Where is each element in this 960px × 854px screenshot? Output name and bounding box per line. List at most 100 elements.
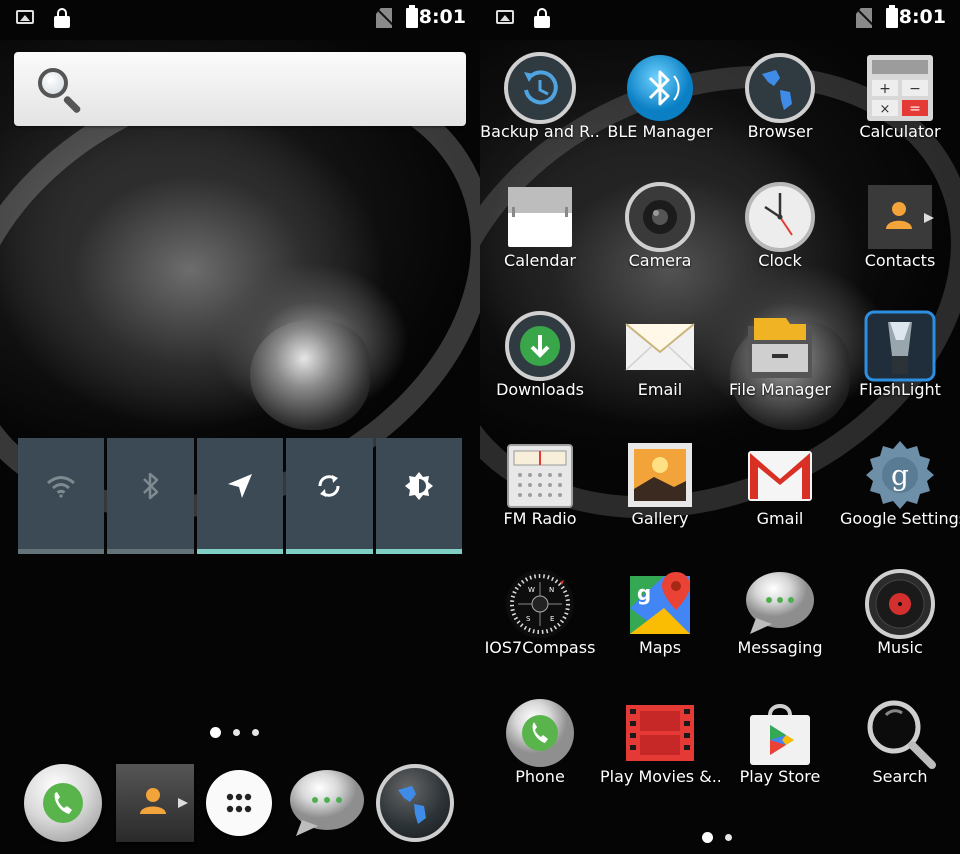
svg-text:=: =: [909, 101, 921, 117]
app-label: IOS7Compass: [484, 638, 596, 657]
app-label: Play Store: [739, 767, 821, 786]
radio-icon: [507, 444, 573, 508]
status-bar: 8:01: [480, 0, 960, 38]
bluetooth-toggle[interactable]: [107, 438, 194, 554]
contacts-icon: [140, 788, 188, 814]
app-label: FlashLight: [859, 380, 941, 399]
wifi-toggle[interactable]: [18, 438, 105, 554]
sync-icon: [318, 475, 340, 497]
page-dot: [252, 729, 259, 736]
app-gmail[interactable]: Gmail: [720, 427, 840, 556]
calendar-icon: [508, 187, 572, 247]
file-cabinet-icon: [748, 318, 812, 378]
app-messaging[interactable]: Messaging: [720, 556, 840, 685]
app-camera[interactable]: Camera: [600, 169, 720, 298]
brightness-toggle[interactable]: [375, 438, 463, 554]
app-backup-and-restore[interactable]: Backup and R..: [480, 40, 600, 169]
compass-icon: W N S E: [506, 570, 574, 638]
home-page-indicator: [210, 727, 259, 738]
app-label: Gallery: [631, 509, 689, 528]
messaging-icon: [290, 770, 364, 836]
svg-text:g: g: [891, 459, 909, 492]
status-time: 8:01: [418, 6, 466, 28]
app-calendar[interactable]: Calendar: [480, 169, 600, 298]
location-toggle[interactable]: [196, 438, 284, 554]
app-drawer-screen: 8:01 Backup and R.. BLE Manager Browser: [480, 0, 960, 854]
image-notification-icon: [16, 10, 34, 24]
envelope-icon: [625, 323, 695, 371]
app-email[interactable]: Email: [600, 298, 720, 427]
contacts-icon: [868, 185, 934, 249]
app-play-movies[interactable]: Play Movies &..: [600, 685, 720, 814]
app-contacts[interactable]: Contacts: [840, 169, 960, 298]
page-dot: [233, 729, 240, 736]
app-ios7compass[interactable]: W N S E IOS7Compass: [480, 556, 600, 685]
messaging-icon: [746, 572, 814, 634]
app-search[interactable]: Search: [840, 685, 960, 814]
gallery-photo-icon: [628, 443, 692, 507]
gear-icon: g: [866, 441, 934, 509]
app-label: Google Settings: [840, 509, 960, 528]
app-label: Backup and R..: [480, 122, 600, 141]
no-sim-icon: [376, 8, 392, 28]
sync-toggle[interactable]: [286, 438, 373, 554]
app-play-store[interactable]: Play Store: [720, 685, 840, 814]
app-music[interactable]: Music: [840, 556, 960, 685]
navigation-arrow-icon: [228, 474, 253, 498]
phone-icon: [506, 699, 574, 767]
app-file-manager[interactable]: File Manager: [720, 298, 840, 427]
search-icon: [867, 700, 936, 769]
dock-browser[interactable]: [376, 764, 454, 842]
no-sim-icon: [856, 8, 872, 28]
maps-pin-icon: g: [630, 572, 690, 634]
dock-phone[interactable]: [24, 764, 102, 842]
status-time: 8:01: [898, 6, 946, 28]
wifi-icon: [47, 476, 76, 498]
status-bar: 8:01: [0, 0, 480, 38]
app-label: Phone: [515, 767, 565, 786]
app-calculator[interactable]: + − × = Calculator: [840, 40, 960, 169]
phone-icon: [43, 783, 83, 823]
svg-text:E: E: [550, 615, 554, 623]
app-clock[interactable]: Clock: [720, 169, 840, 298]
globe-icon: [745, 53, 815, 123]
lock-icon: [534, 8, 550, 28]
app-ble-manager[interactable]: BLE Manager: [600, 40, 720, 169]
app-flashlight[interactable]: FlashLight: [840, 298, 960, 427]
svg-text:×: ×: [880, 102, 891, 117]
app-label: Downloads: [496, 380, 584, 399]
app-label: File Manager: [729, 380, 831, 399]
svg-text:N: N: [549, 586, 554, 594]
app-downloads[interactable]: Downloads: [480, 298, 600, 427]
backup-restore-icon: [504, 52, 576, 124]
app-label: FM Radio: [503, 509, 577, 528]
app-maps[interactable]: g Maps: [600, 556, 720, 685]
app-label: Messaging: [737, 638, 823, 657]
app-google-settings[interactable]: g Google Settings: [840, 427, 960, 556]
app-label: Calculator: [859, 122, 941, 141]
app-label: Email: [637, 380, 683, 399]
quick-settings-widget: [18, 438, 463, 554]
app-label: Contacts: [864, 251, 936, 270]
page-dot: [725, 834, 732, 841]
svg-text:S: S: [526, 615, 531, 623]
app-label: Gmail: [756, 509, 804, 528]
app-gallery[interactable]: Gallery: [600, 427, 720, 556]
dock-messaging[interactable]: [288, 764, 366, 842]
svg-text:g: g: [637, 581, 651, 605]
app-fm-radio[interactable]: FM Radio: [480, 427, 600, 556]
app-browser[interactable]: Browser: [720, 40, 840, 169]
dock: [0, 756, 480, 848]
globe-icon: [398, 786, 426, 824]
app-phone[interactable]: Phone: [480, 685, 600, 814]
home-screen: 8:01: [0, 0, 480, 854]
gmail-icon: [748, 451, 812, 501]
calculator-icon: + − × =: [867, 55, 933, 121]
bluetooth-icon: [142, 472, 158, 500]
search-widget[interactable]: [14, 52, 466, 126]
lock-icon: [54, 8, 70, 28]
dock-contacts[interactable]: [116, 764, 194, 842]
page-dot-current: [210, 727, 221, 738]
app-label: Browser: [747, 122, 813, 141]
all-apps-button[interactable]: [206, 770, 272, 836]
